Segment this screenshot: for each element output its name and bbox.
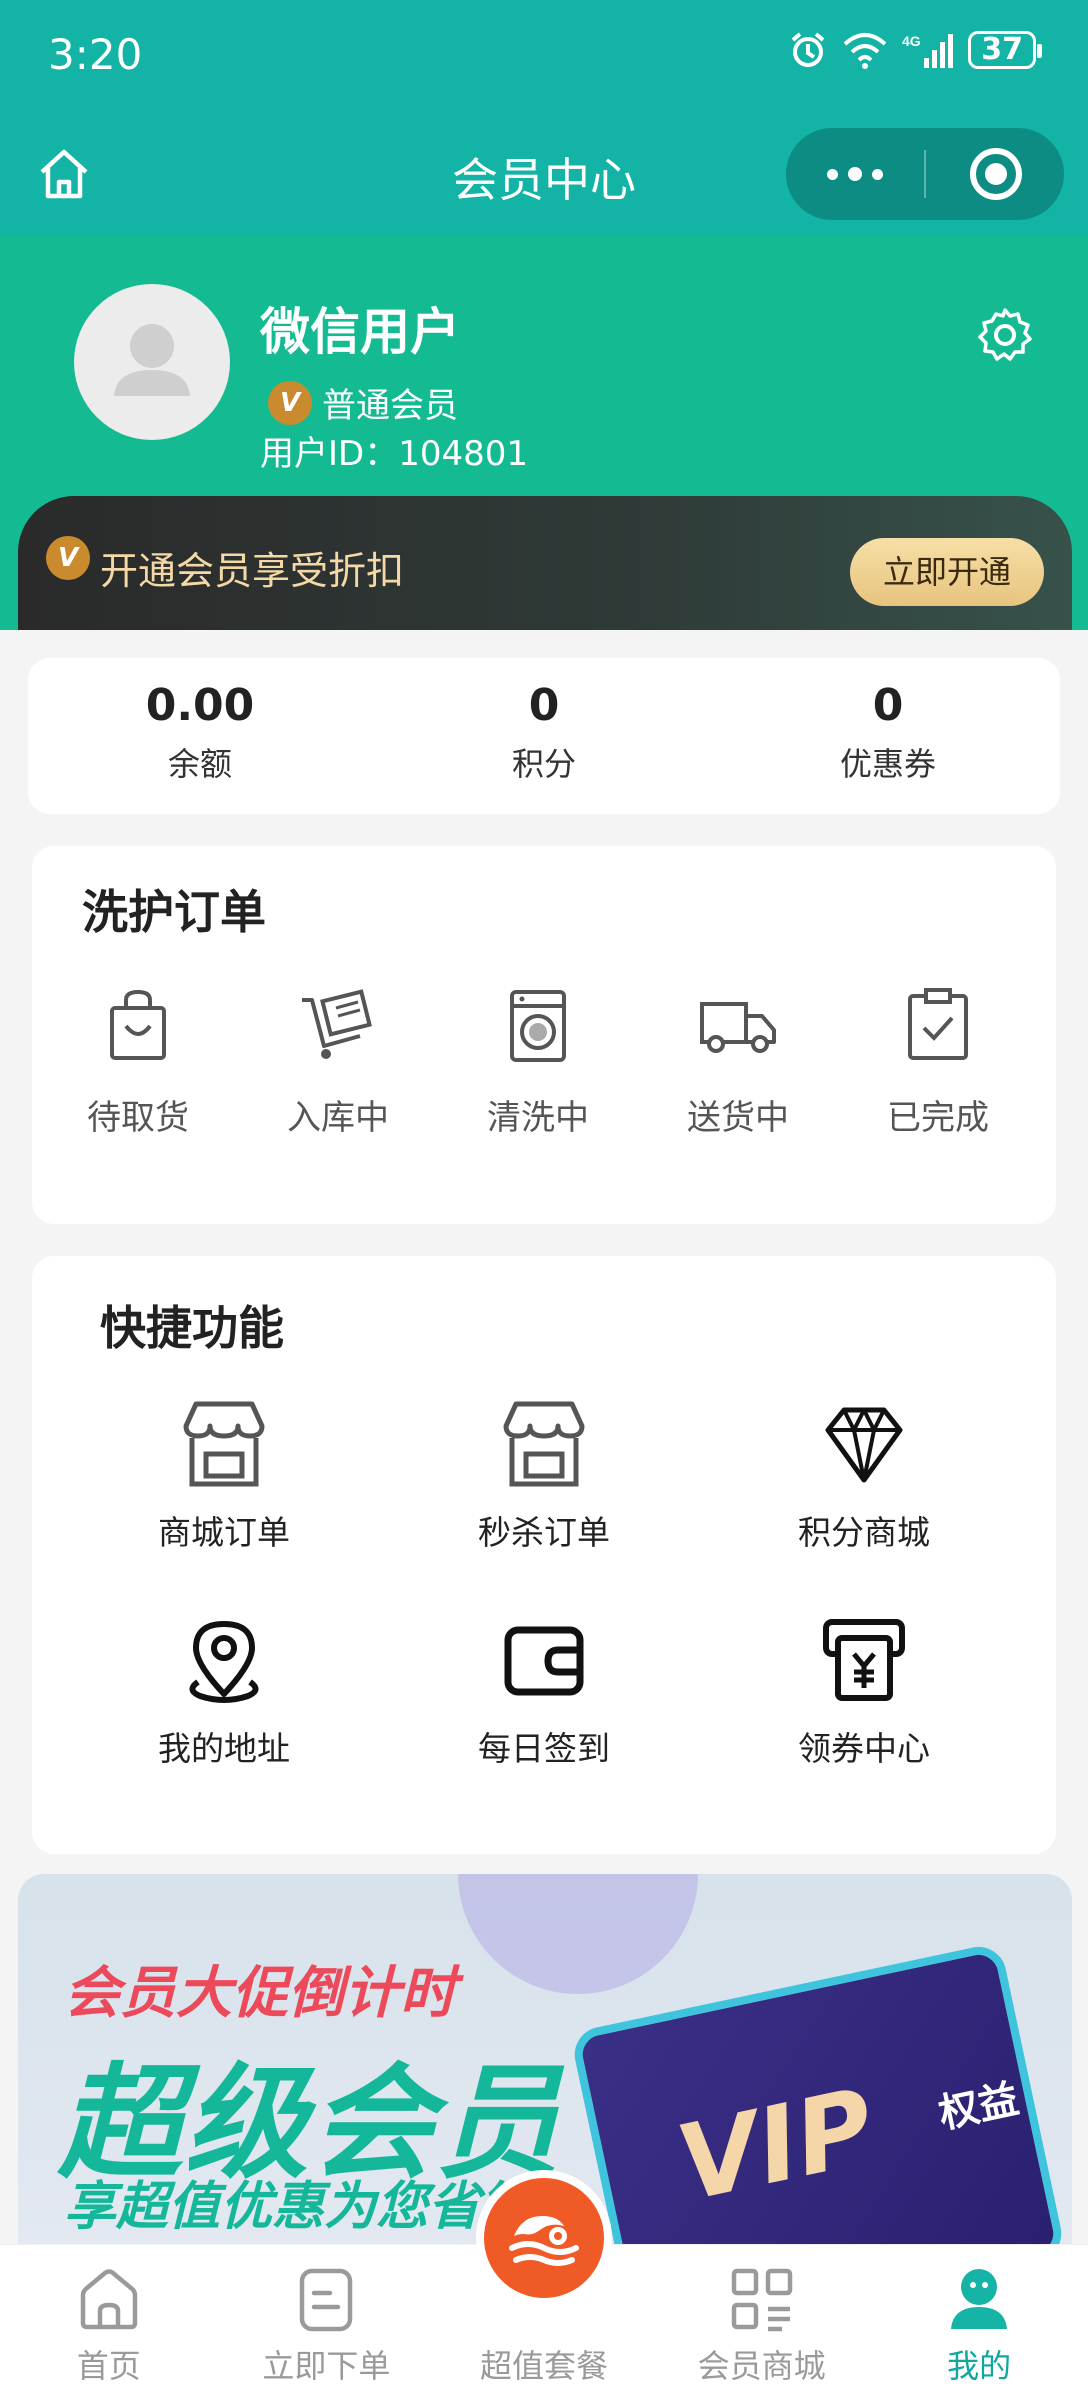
truck-icon [700,1002,776,1053]
home-icon [80,2269,138,2330]
order-status-label: 已完成 [887,1098,989,1138]
member-level: V 普通会员 [268,378,458,427]
section-title: 快捷功能 [100,1301,284,1355]
stat-value: 0 [872,680,904,731]
package-icon [509,2216,579,2266]
stat-value: 0 [528,680,560,731]
svg-text:4G: 4G [902,33,921,49]
grid-icon [731,2268,792,2332]
banner-line3: 享超值优惠为您省钱 [64,2177,533,2237]
bag-icon [110,989,166,1060]
section-title: 洗护订单 [82,885,266,939]
laundry-orders-card: 洗护订单 待取货 入库中 清洗中 送货中 已完成 [32,846,1056,1224]
account-stats: 0.00 余额 0 积分 0 优惠券 [28,658,1060,814]
status-icons: 4G 37 [788,30,1042,70]
gear-icon[interactable] [976,306,1034,364]
vip-promo-bar: V 开通会员享受折扣 立即开通 [18,496,1072,630]
tab-label: 超值套餐 [479,2347,608,2385]
quick-functions-card: 快捷功能 商城订单 秒杀订单 积分商城 我的地址 每日签到 领券中心 [32,1256,1056,1854]
open-vip-button[interactable]: 立即开通 [850,538,1044,606]
package-fab-button[interactable] [476,2170,612,2306]
location-icon [189,1621,259,1703]
nav-bar: 会员中心 [0,116,1088,236]
stat-label: 优惠券 [839,745,936,783]
my-address[interactable]: 我的地址 [64,1612,384,1770]
order-delivering[interactable]: 送货中 [638,986,838,1139]
order-in-storage[interactable]: 入库中 [238,986,438,1139]
order-status-label: 送货中 [687,1098,789,1138]
alarm-icon [791,32,825,67]
stat-balance[interactable]: 0.00 余额 [28,658,372,814]
quick-label: 积分商城 [798,1513,930,1552]
daily-check-in[interactable]: 每日签到 [384,1612,704,1770]
stat-coupons[interactable]: 0 优惠券 [716,658,1060,814]
clipboard-check-icon [908,988,968,1060]
flash-sale-orders[interactable]: 秒杀订单 [384,1396,704,1554]
tab-label: 会员商城 [697,2347,826,2385]
store-icon [183,1401,265,1487]
profile-header: 微信用户 V 普通会员 用户ID：104801 V 开通会员享受折扣 立即开通 [0,236,1088,630]
username: 微信用户 [260,303,460,361]
mall-orders[interactable]: 商城订单 [64,1396,384,1554]
stat-value: 0.00 [145,680,255,731]
member-level-label: 普通会员 [322,386,458,426]
tab-home[interactable]: 首页 [0,2245,218,2400]
default-avatar-icon [114,324,190,396]
wallet-icon [504,1626,584,1696]
order-status-label: 待取货 [87,1098,189,1138]
banner-line1: 会员大促倒计时 [64,1961,456,2026]
vip-badge-icon: V [46,536,90,580]
vip-promo-text: 开通会员享受折扣 [100,549,405,593]
mini-program-capsule [786,128,1064,220]
cart-icon [302,989,372,1059]
close-program-button[interactable] [970,148,1022,200]
order-icon [300,2268,353,2332]
order-status-row: 待取货 入库中 清洗中 送货中 已完成 [32,986,1056,1139]
diamond-icon [825,1407,903,1483]
status-time: 3:20 [48,30,143,79]
stat-points[interactable]: 0 积分 [372,658,716,814]
quick-label: 秒杀订单 [478,1513,610,1552]
capsule-divider [924,150,926,198]
order-washing[interactable]: 清洗中 [438,986,638,1139]
user-icon [951,2269,1008,2329]
stat-label: 余额 [167,745,232,783]
stat-label: 积分 [511,745,576,783]
tab-member-mall[interactable]: 会员商城 [653,2245,871,2400]
wifi-icon [843,33,887,69]
user-id: 用户ID：104801 [260,434,528,474]
quick-label: 我的地址 [158,1729,290,1768]
order-completed[interactable]: 已完成 [838,986,1038,1139]
banner-decoration [458,1874,698,1994]
quick-functions-grid: 商城订单 秒杀订单 积分商城 我的地址 每日签到 领券中心 [32,1396,1056,1770]
tab-mine[interactable]: 我的 [870,2245,1088,2400]
quick-label: 领券中心 [798,1729,930,1768]
order-pending-pickup[interactable]: 待取货 [38,986,238,1139]
order-status-label: 清洗中 [487,1098,589,1138]
order-status-label: 入库中 [287,1098,389,1138]
tab-label: 立即下单 [262,2347,391,2385]
signal-icon: 4G [902,33,954,68]
tab-label: 首页 [76,2347,141,2385]
more-button[interactable] [786,128,924,220]
tab-order-now[interactable]: 立即下单 [218,2245,436,2400]
points-mall[interactable]: 积分商城 [704,1396,1024,1554]
coupon-center[interactable]: 领券中心 [704,1612,1024,1770]
avatar[interactable] [74,284,230,440]
store-icon [503,1401,585,1487]
washer-icon [510,990,566,1062]
status-bar: 3:20 4G 37 [0,0,1088,116]
vip-level-icon: V [268,380,312,425]
coupon-icon [823,1619,905,1701]
tab-label: 我的 [947,2347,1012,2385]
quick-label: 每日签到 [478,1729,610,1768]
battery-indicator: 37 [968,31,1042,69]
quick-label: 商城订单 [158,1513,290,1552]
package-fab-inner [484,2178,604,2298]
